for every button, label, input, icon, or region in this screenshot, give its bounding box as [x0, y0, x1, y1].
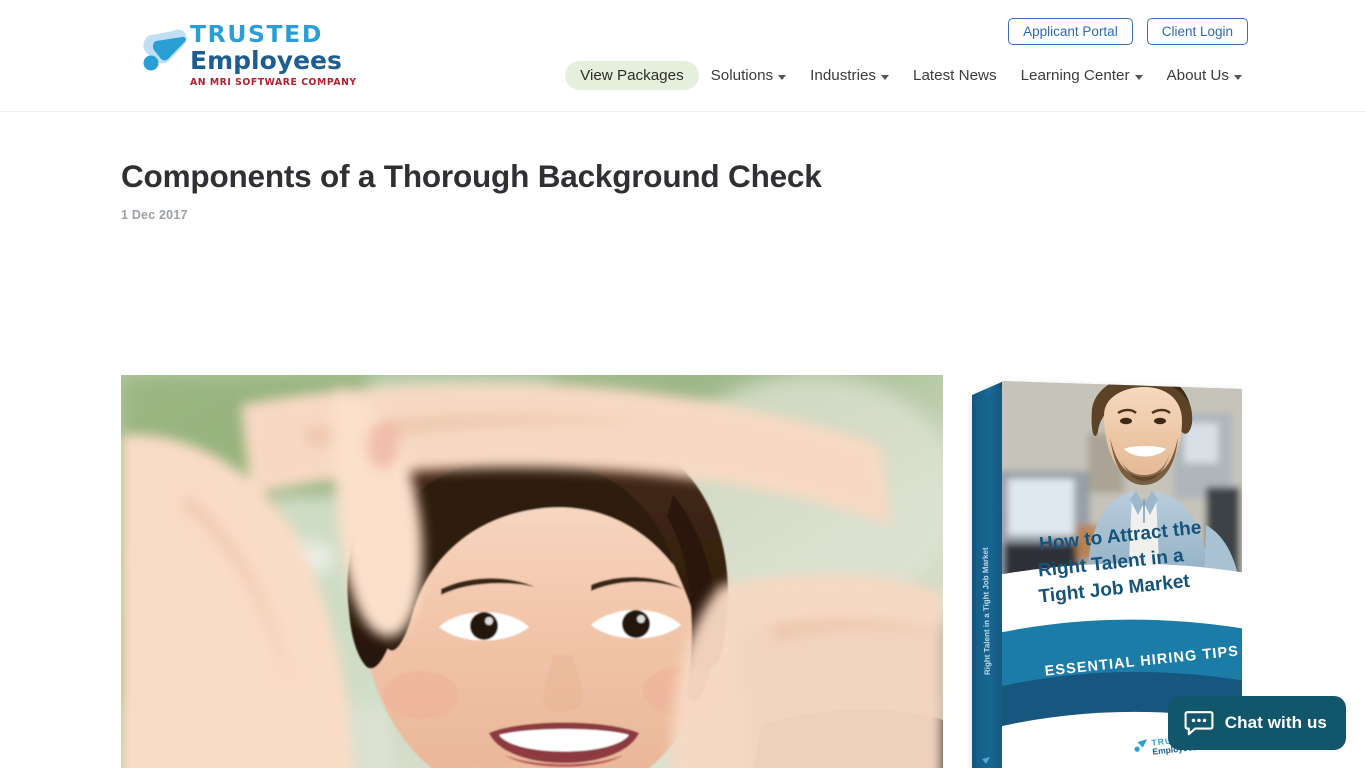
nav-label-solutions: Solutions: [710, 67, 774, 84]
nav-label-about-us: About Us: [1166, 67, 1229, 84]
chevron-down-icon: [881, 74, 890, 80]
nav-label-industries: Industries: [810, 67, 877, 84]
chevron-down-icon: [1234, 74, 1242, 80]
logo-tagline: AN MRI SOFTWARE COMPANY: [190, 77, 357, 88]
logo-line-employees: Employees: [190, 46, 342, 75]
article-header: Components of a Thorough Background Chec…: [121, 157, 943, 222]
nav-label-learning-center: Learning Center: [1020, 67, 1130, 84]
chat-widget-label: Chat with us: [1224, 713, 1327, 732]
article-date: 1 Dec 2017: [121, 208, 188, 222]
chevron-down-icon: [778, 74, 787, 80]
nav-item-solutions[interactable]: Solutions: [699, 61, 798, 90]
applicant-portal-button[interactable]: Applicant Portal: [1008, 18, 1133, 45]
chevron-down-icon: [1134, 74, 1143, 80]
utility-button-group: Applicant Portal Client Login: [1008, 18, 1248, 45]
chat-bubble-icon: [1184, 710, 1214, 736]
logo-wordmark: TRUSTED Employees AN MRI SOFTWARE COMPAN…: [190, 22, 370, 90]
trusted-employees-triangle-logo-icon: [140, 28, 192, 74]
nav-item-view-packages[interactable]: View Packages: [565, 61, 699, 90]
nav-item-industries[interactable]: Industries: [798, 61, 901, 90]
nav-label-view-packages: View Packages: [580, 67, 684, 84]
chat-with-us-widget[interactable]: Chat with us: [1167, 696, 1346, 750]
article-hero-image: [121, 375, 943, 768]
site-logo[interactable]: TRUSTED Employees AN MRI SOFTWARE COMPAN…: [136, 22, 368, 94]
nav-item-about-us[interactable]: About Us: [1155, 61, 1254, 90]
main-navigation: View Packages Solutions Industries Lates…: [565, 61, 1254, 90]
nav-item-latest-news[interactable]: Latest News: [901, 61, 1009, 90]
client-login-button[interactable]: Client Login: [1146, 18, 1248, 45]
logo-line-trusted: TRUSTED: [190, 20, 323, 48]
nav-item-learning-center[interactable]: Learning Center: [1009, 61, 1155, 90]
nav-label-latest-news: Latest News: [913, 67, 997, 84]
page-title: Components of a Thorough Background Chec…: [121, 158, 822, 194]
site-header: TRUSTED Employees AN MRI SOFTWARE COMPAN…: [0, 0, 1366, 112]
